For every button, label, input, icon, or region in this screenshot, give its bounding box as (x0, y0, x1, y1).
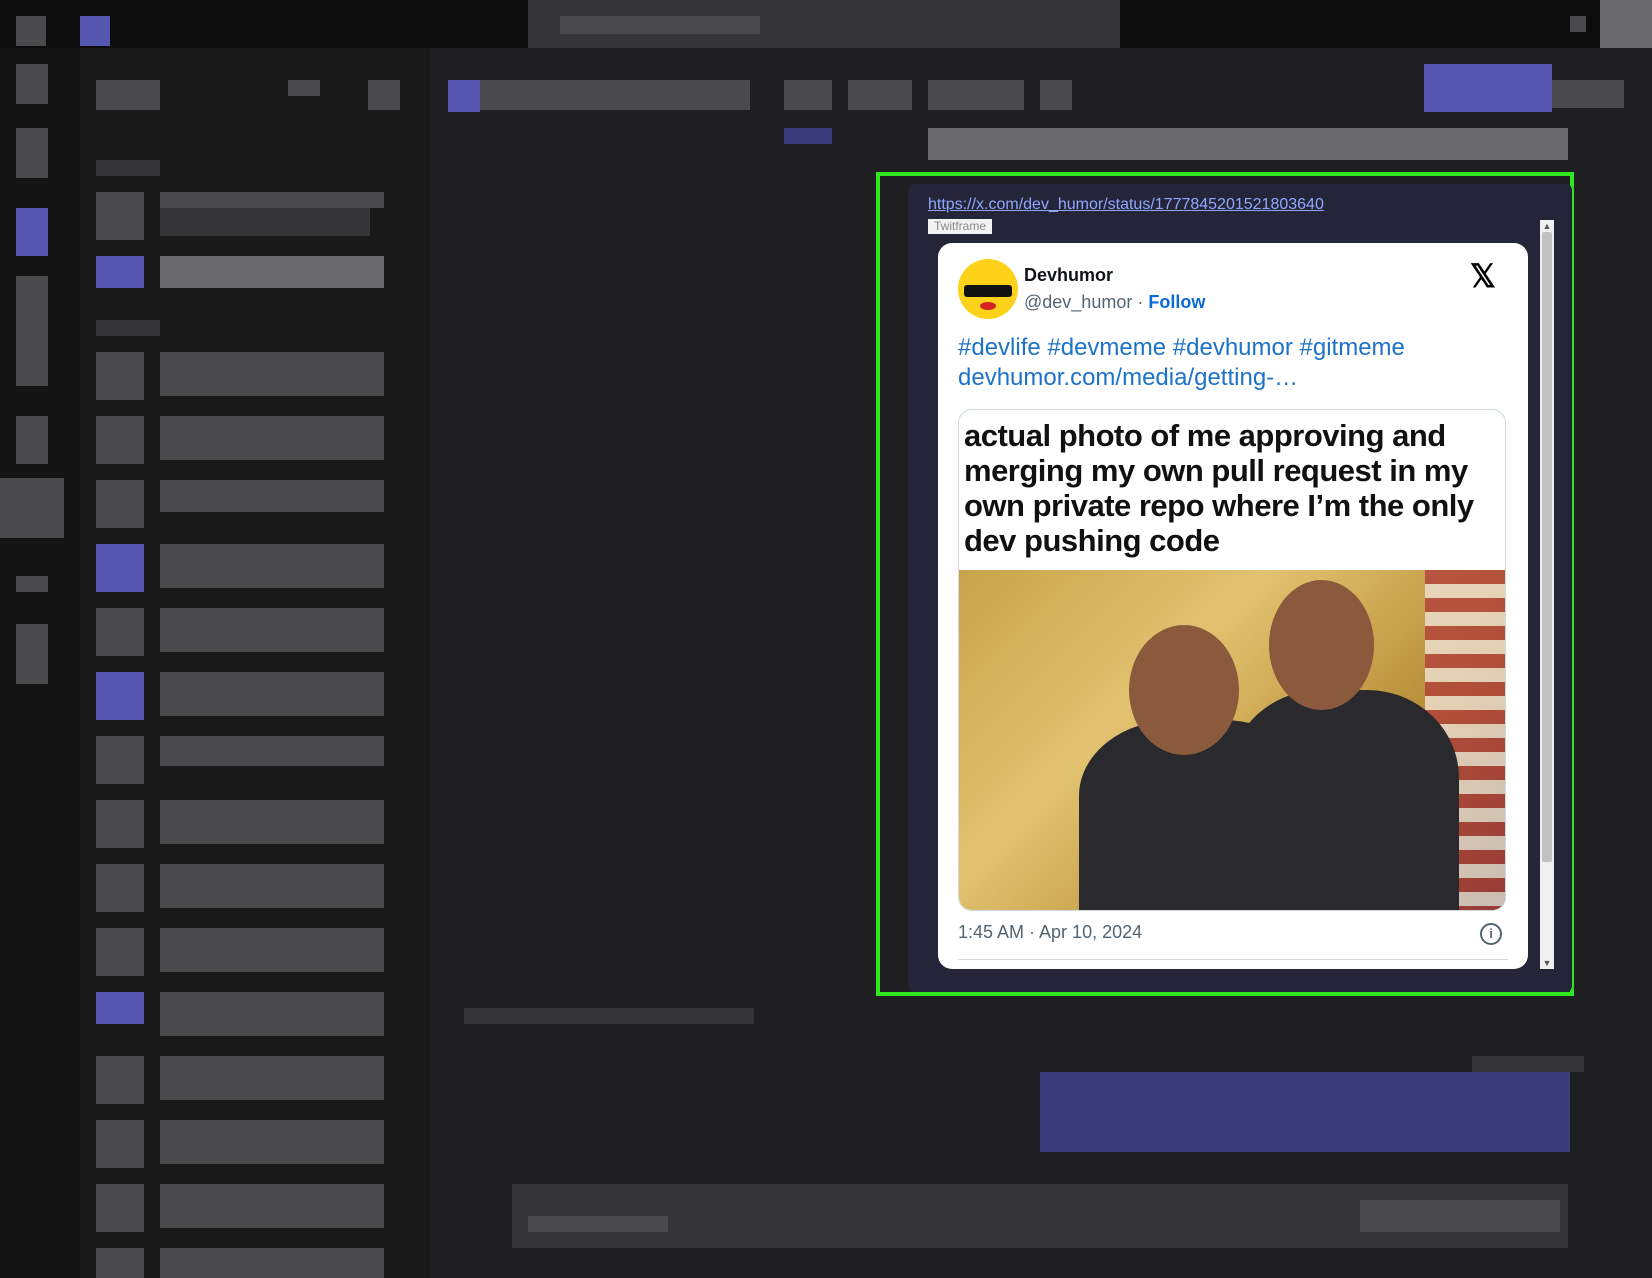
info-icon[interactable]: i (1480, 923, 1502, 945)
status-badge (784, 128, 832, 144)
avatar (96, 736, 144, 784)
message-meta (464, 1008, 754, 1024)
avatar (96, 352, 144, 400)
tweet-media-image[interactable]: actual photo of me approving and merging… (958, 409, 1506, 911)
avatar (96, 1056, 144, 1104)
meme-photo (959, 570, 1505, 910)
scroll-up-icon[interactable]: ▲ (1542, 221, 1552, 231)
workspace-icon[interactable] (80, 16, 110, 46)
user-avatar[interactable] (1600, 0, 1652, 48)
workspace-rail (0, 48, 80, 1278)
author-handle-row: @dev_humor · Follow (1024, 292, 1205, 313)
search-placeholder (560, 16, 760, 34)
rail-item-active[interactable] (16, 208, 48, 256)
avatar (96, 992, 144, 1024)
list-item[interactable] (160, 800, 384, 844)
filter-icon[interactable] (368, 80, 400, 110)
face-left (1129, 625, 1239, 755)
header-tab[interactable] (848, 80, 912, 110)
tweet-divider (958, 959, 1508, 960)
rail-item[interactable] (16, 276, 48, 386)
compose-icon[interactable] (288, 80, 320, 96)
avatar (96, 256, 144, 288)
x-logo-icon[interactable]: 𝕏 (1470, 257, 1496, 295)
scroll-down-icon[interactable]: ▼ (1542, 958, 1552, 968)
author-name[interactable]: Devhumor (1024, 265, 1113, 286)
person-right (1229, 690, 1459, 910)
more-options-icon[interactable] (1552, 80, 1624, 108)
tweet-url-link[interactable]: https://x.com/dev_humor/status/177784520… (928, 196, 1324, 214)
embed-scrollbar-thumb[interactable] (1542, 232, 1552, 862)
meme-caption: actual photo of me approving and merging… (964, 418, 1474, 558)
rail-item[interactable] (16, 624, 48, 684)
list-item[interactable] (160, 352, 384, 396)
avatar (96, 1184, 144, 1232)
rail-item[interactable] (16, 128, 48, 178)
list-item[interactable] (160, 1248, 384, 1278)
list-item[interactable] (160, 1184, 384, 1228)
avatar (96, 544, 144, 592)
header-tab[interactable] (1040, 80, 1072, 110)
previous-message (928, 128, 1568, 160)
outgoing-message (1040, 1072, 1570, 1152)
list-item[interactable] (160, 672, 384, 716)
avatar (96, 480, 144, 528)
author-avatar[interactable] (958, 259, 1018, 319)
rail-item[interactable] (16, 576, 48, 592)
conversation-sidebar (80, 48, 430, 1278)
follow-button[interactable]: Follow (1148, 292, 1205, 312)
channel-avatar (448, 80, 480, 112)
header-tab[interactable] (928, 80, 1024, 110)
composer-tools[interactable] (1360, 1200, 1560, 1232)
tweet-media-link[interactable]: devhumor.com/media/getting-… (958, 363, 1508, 393)
avatar (96, 928, 144, 976)
tweet-timestamp[interactable]: 1:45 AM · Apr 10, 2024 (958, 922, 1142, 943)
rail-item[interactable] (16, 64, 48, 104)
avatar (96, 864, 144, 912)
sunglasses-icon (964, 285, 1012, 297)
lips-icon (980, 302, 996, 310)
list-item[interactable] (160, 480, 384, 512)
twitframe-label: Twitframe (928, 219, 993, 234)
tweet-text: #devlife #devmeme #devhumor #gitmeme dev… (958, 333, 1508, 393)
rail-item[interactable] (16, 416, 48, 464)
list-item[interactable] (160, 864, 384, 908)
call-button[interactable] (1424, 64, 1552, 112)
help-icon[interactable] (1570, 16, 1586, 32)
message-meta (1472, 1056, 1584, 1072)
top-bar (0, 0, 1652, 48)
avatar (96, 1120, 144, 1168)
avatar (96, 1248, 144, 1278)
avatar (96, 416, 144, 464)
list-item[interactable] (160, 992, 384, 1036)
list-item[interactable] (160, 416, 384, 460)
tweet-card[interactable]: Devhumor @dev_humor · Follow 𝕏 #devlife … (938, 243, 1528, 969)
avatar (96, 608, 144, 656)
author-handle[interactable]: @dev_humor (1024, 292, 1132, 312)
list-item[interactable] (160, 1120, 384, 1164)
composer-placeholder (528, 1216, 668, 1232)
face-right (1269, 580, 1374, 710)
list-item[interactable] (160, 208, 370, 236)
list-item[interactable] (160, 544, 384, 588)
tweet-hashtags[interactable]: #devlife #devmeme #devhumor #gitmeme (958, 333, 1508, 363)
avatar (96, 672, 144, 720)
header-tab[interactable] (784, 80, 832, 110)
list-item[interactable] (160, 736, 384, 766)
rail-item[interactable] (0, 478, 64, 538)
list-item[interactable] (160, 192, 384, 208)
list-item[interactable] (160, 608, 384, 652)
list-item[interactable] (160, 1056, 384, 1100)
channel-title (480, 80, 750, 110)
section-label (96, 160, 160, 176)
app-icon[interactable] (16, 16, 46, 46)
avatar (96, 192, 144, 240)
list-item[interactable] (160, 928, 384, 972)
sidebar-header (96, 80, 160, 110)
avatar (96, 800, 144, 848)
section-label (96, 320, 160, 336)
handle-separator: · (1132, 292, 1149, 312)
list-item[interactable] (160, 256, 384, 288)
